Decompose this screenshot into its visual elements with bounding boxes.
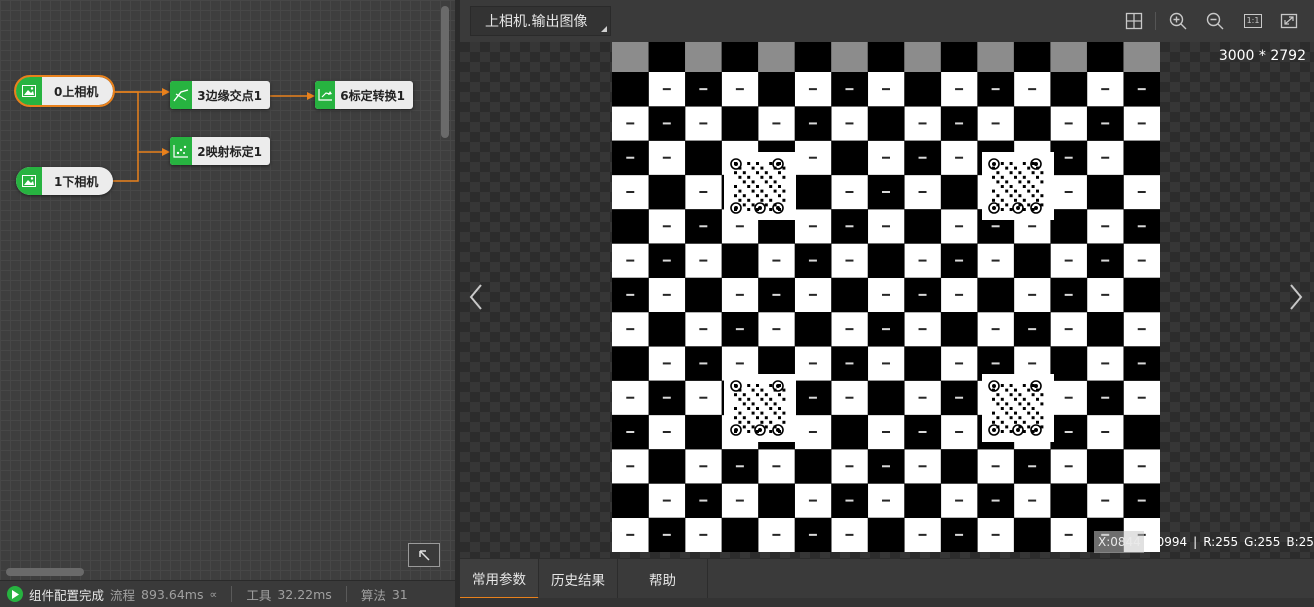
mapping-calibration-icon <box>170 137 193 165</box>
tab-common-params[interactable]: 常用参数 <box>460 559 539 599</box>
calibration-transform-icon <box>315 81 336 109</box>
chevron-left-icon <box>469 284 482 310</box>
pixel-info-readout: X:0844 Y:0994 | R:255 G:255 B:255 <box>1094 529 1314 554</box>
tab-help[interactable]: 帮助 <box>618 559 708 599</box>
tab-label: 常用参数 <box>472 572 526 588</box>
status-bar: 组件配置完成 流程 893.64ms ∝ 工具 32.22ms 算法 31 <box>0 580 455 607</box>
checkerboard-image <box>612 42 1160 552</box>
algo-time-label: 算法 <box>360 587 386 603</box>
grid-icon <box>1125 12 1143 30</box>
edge-0-to-3-arrow <box>162 88 170 96</box>
app-window: 0上相机 1下相机 3边缘交点1 2映射标定1 6标定转换1 组件配置完成 流程… <box>0 0 1314 607</box>
flow-time-label: 流程 <box>110 587 136 603</box>
next-image-button[interactable] <box>1286 282 1306 312</box>
edge-0-to-2 <box>113 91 165 153</box>
image-size-label: 3000 * 2792 <box>1218 48 1306 64</box>
pixel-r: R:255 <box>1203 534 1239 549</box>
toolbar-divider <box>1155 12 1156 30</box>
flow-node-mapping-calibration[interactable]: 2映射标定1 <box>170 137 270 165</box>
collapse-panel-button[interactable] <box>408 543 440 567</box>
zoom-out-button[interactable] <box>1205 11 1225 31</box>
zoom-out-icon <box>1206 12 1224 30</box>
algo-time-value: 31 <box>391 586 408 602</box>
flow-node-label: 2映射标定1 <box>197 144 262 159</box>
flow-node-label: 1下相机 <box>54 174 99 189</box>
run-status-icon[interactable] <box>7 586 23 602</box>
bottom-tab-bar: 常用参数 历史结果 帮助 <box>460 558 1314 599</box>
pixel-g: G:255 <box>1244 534 1281 549</box>
status-divider <box>231 586 233 602</box>
flow-vertical-scrollbar[interactable] <box>441 6 449 138</box>
tab-label: 历史结果 <box>551 573 605 589</box>
flow-node-label: 0上相机 <box>54 84 99 99</box>
edge-1-to-2 <box>113 152 139 182</box>
tab-label: 帮助 <box>649 573 676 589</box>
dropdown-caret-icon <box>601 26 607 32</box>
arrow-up-left-icon <box>419 550 430 561</box>
pixel-x: X:0844 <box>1094 530 1144 553</box>
flow-canvas[interactable]: 0上相机 1下相机 3边缘交点1 2映射标定1 6标定转换1 <box>0 0 455 580</box>
tab-history-results[interactable]: 历史结果 <box>539 559 618 599</box>
image-icon <box>16 167 42 195</box>
edge-intersection-icon <box>170 81 193 109</box>
chevron-right-icon <box>1290 284 1303 310</box>
image-source-select[interactable]: 上相机.输出图像 <box>470 6 611 36</box>
tool-time-value: 32.22ms <box>277 586 332 602</box>
status-divider <box>345 586 347 602</box>
pixel-b: B:255 <box>1286 534 1314 549</box>
flow-node-label: 3边缘交点1 <box>197 88 262 103</box>
edge-to-2-arrow <box>162 148 170 156</box>
image-source-value: 上相机.输出图像 <box>485 14 588 30</box>
actual-size-button[interactable]: 1:1 <box>1242 11 1264 31</box>
zoom-in-button[interactable] <box>1168 11 1188 31</box>
actual-size-icon: 1:1 <box>1243 14 1263 28</box>
flow-node-label: 6标定转换1 <box>340 88 405 103</box>
flow-time-unit-icon: ∝ <box>209 587 218 601</box>
fit-window-icon <box>1280 13 1298 29</box>
flow-node-edge-intersection[interactable]: 3边缘交点1 <box>170 81 270 109</box>
viewer-toolbar: 上相机.输出图像 1:1 <box>460 0 1314 42</box>
previous-image-button[interactable] <box>466 282 486 312</box>
pixel-y: Y:0994 <box>1146 534 1188 549</box>
flow-node-upper-camera[interactable]: 0上相机 <box>14 75 115 107</box>
image-canvas[interactable]: 3000 * 2792 X:0844 Y:0994 | R:255 G:255 … <box>460 42 1314 558</box>
pixel-separator: | <box>1193 534 1198 549</box>
flow-node-calibration-transform[interactable]: 6标定转换1 <box>315 81 413 109</box>
image-viewer: 上相机.输出图像 1:1 3000 * 2792 X:0844 Y:0994 |… <box>460 0 1314 558</box>
flow-time-value: 893.64ms <box>141 586 204 602</box>
image-icon <box>16 77 42 105</box>
status-message: 组件配置完成 <box>29 587 105 603</box>
edge-3-to-6-arrow <box>307 92 315 100</box>
flow-horizontal-scrollbar[interactable] <box>6 568 84 576</box>
flow-node-lower-camera[interactable]: 1下相机 <box>16 167 113 195</box>
tool-time-label: 工具 <box>246 587 272 603</box>
grid-toggle-button[interactable] <box>1124 11 1144 31</box>
bottom-strip <box>460 598 1314 607</box>
zoom-in-icon <box>1169 12 1187 30</box>
fit-window-button[interactable] <box>1279 11 1299 31</box>
